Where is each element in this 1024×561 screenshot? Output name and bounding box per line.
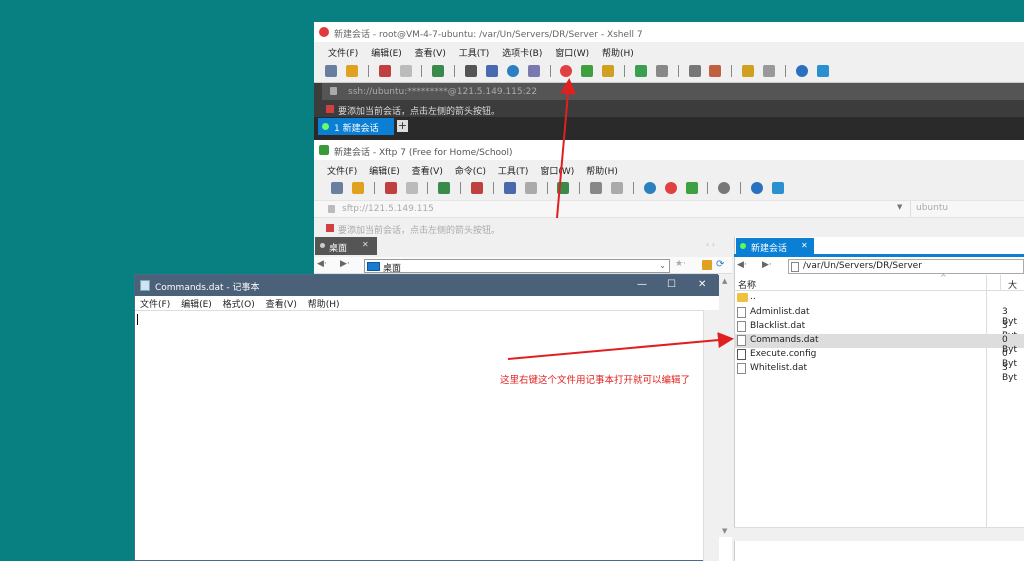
arrow-to-xftp-icon	[556, 78, 576, 219]
arrow-to-commands-file	[507, 332, 734, 360]
annotation-arrows	[507, 78, 734, 360]
annotation-text: 这里右键这个文件用记事本打开就可以编辑了	[500, 375, 691, 386]
